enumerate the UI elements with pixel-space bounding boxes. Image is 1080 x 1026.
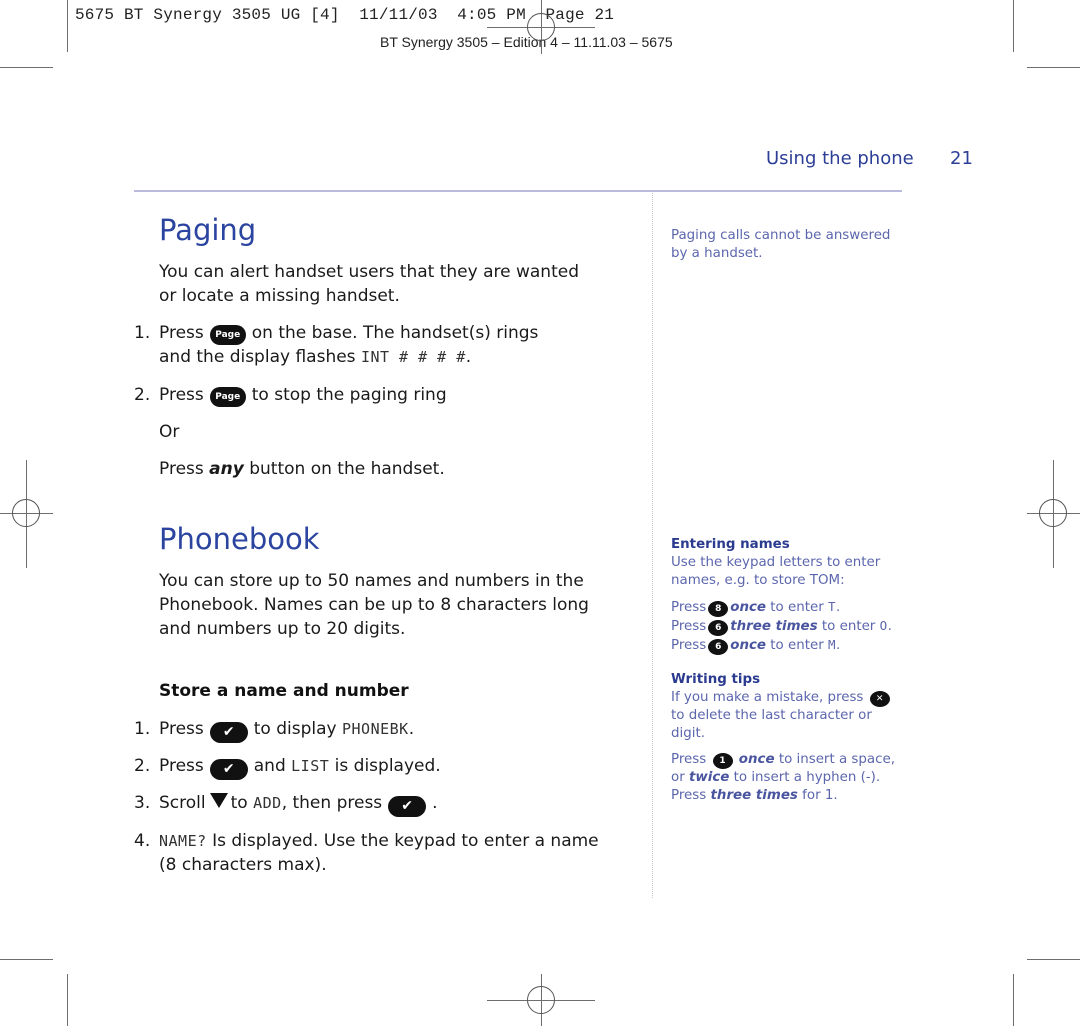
paging-title: Paging — [159, 213, 257, 247]
lcd-text: INT # # # # — [360, 348, 466, 366]
key-6-icon: 6 — [708, 620, 729, 636]
scroll-down-icon — [209, 793, 228, 808]
phonebook-intro: You can store up to 50 names and numbers… — [159, 571, 589, 639]
phonebook-step-2: 2. Press ✔ and LIST is displayed. — [134, 754, 441, 780]
writing-tips-note: Writing tips If you make a mistake, pres… — [671, 671, 909, 805]
phonebook-step-4: 4. NAME? Is displayed. Use the keypad to … — [134, 831, 599, 875]
paging-side-note: Paging calls cannot be answered by a han… — [671, 228, 891, 261]
entering-row: Press 8 once to enter T. — [671, 599, 841, 617]
column-divider — [652, 193, 653, 898]
paging-or: Or — [159, 422, 180, 442]
ok-check-icon: ✔ — [209, 722, 248, 743]
key-6-icon: 6 — [708, 639, 729, 655]
delete-key-icon: ✕ — [869, 691, 890, 707]
paging-alternative: Press any button on the handset. — [159, 459, 445, 479]
entering-names-heading: Entering names — [671, 537, 790, 552]
store-name-subheading: Store a name and number — [159, 681, 409, 701]
writing-tips-heading: Writing tips — [671, 672, 761, 687]
phonebook-step-1: 1. Press ✔ to display PHONEBK. — [134, 717, 414, 743]
entering-row: Press 6 once to enter M. — [671, 637, 841, 655]
ok-check-icon: ✔ — [388, 796, 427, 817]
paging-step-2: 2. Press Page to stop the paging ring — [134, 385, 447, 407]
header-rule — [134, 190, 902, 192]
paging-intro: You can alert handset users that they ar… — [159, 262, 579, 306]
paging-step-1: 1. Press Page on the base. The handset(s) r… — [134, 323, 539, 367]
key-1-icon: 1 — [712, 753, 733, 769]
page-button-icon: Page — [209, 325, 246, 345]
key-8-icon: 8 — [708, 601, 729, 617]
entering-row: Press 6 three times to enter O. — [671, 618, 892, 636]
phonebook-step-3: 3. Scroll to ADD, then press ✔. — [134, 791, 438, 817]
page-button-icon: Page — [209, 387, 246, 407]
edition-line: BT Synergy 3505 – Edition 4 – 11.11.03 –… — [380, 34, 673, 50]
running-header-section: Using the phone — [766, 148, 914, 169]
entering-names-note: Entering names Use the keypad letters to… — [671, 536, 911, 655]
phonebook-title: Phonebook — [159, 522, 320, 556]
ok-check-icon: ✔ — [209, 759, 248, 780]
page-number: 21 — [950, 148, 973, 169]
